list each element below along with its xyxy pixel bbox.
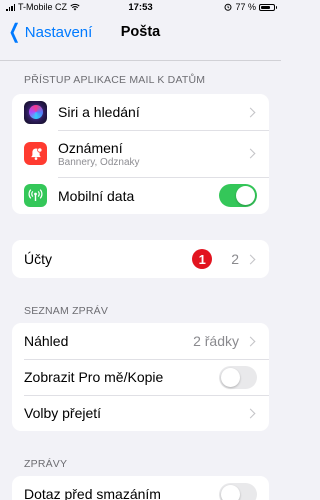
ask-before-delete-toggle[interactable] [219, 482, 257, 500]
show-to-cc-toggle[interactable] [219, 365, 257, 389]
access-group: Siri a hledání Oznámení Bannery, Odznaky [12, 94, 269, 214]
chevron-right-icon [245, 254, 256, 264]
alarm-icon [224, 3, 232, 11]
accounts-row[interactable]: Účty 1 2 [12, 240, 269, 278]
accounts-group: Účty 1 2 [12, 240, 269, 278]
notification-badge: 1 [192, 249, 213, 269]
ask-before-delete-label: Dotaz před smazáním [24, 486, 161, 500]
ask-before-delete-row: Dotaz před smazáním [12, 476, 269, 500]
carrier-label: T-Mobile CZ [18, 2, 68, 12]
cellular-data-label: Mobilní data [58, 187, 135, 204]
navigation-bar: ❮ Nastavení Pošta [0, 14, 281, 50]
back-button[interactable]: ❮ Nastavení [6, 21, 93, 43]
chevron-right-icon [245, 336, 256, 346]
show-to-cc-row: Zobrazit Pro mě/Kopie [12, 359, 269, 395]
chevron-right-icon [245, 107, 256, 117]
wifi-icon [70, 3, 80, 11]
antenna-icon [24, 184, 47, 207]
cellular-data-row: Mobilní data [12, 177, 269, 214]
swipe-options-label: Volby přejetí [24, 405, 102, 421]
show-to-cc-label: Zobrazit Pro mě/Kopie [24, 369, 164, 385]
accounts-count: 2 [231, 251, 239, 267]
chevron-right-icon [245, 148, 256, 159]
status-bar: T-Mobile CZ 17:53 77 % [0, 0, 281, 14]
chevron-left-icon: ❮ [8, 21, 21, 43]
notifications-sublabel: Bannery, Odznaky [58, 156, 140, 168]
swipe-options-row[interactable]: Volby přejetí [12, 395, 269, 431]
battery-percentage: 77 % [235, 2, 256, 12]
siri-search-label: Siri a hledání [58, 104, 140, 120]
status-bar-left: T-Mobile CZ [6, 2, 80, 12]
preview-row[interactable]: Náhled 2 řádky [12, 323, 269, 359]
cellular-data-toggle[interactable] [219, 184, 257, 207]
message-list-group: Náhled 2 řádky Zobrazit Pro mě/Kopie Vol… [12, 323, 269, 431]
section-header-message-list: SEZNAM ZPRÁV [24, 305, 109, 317]
status-bar-right: 77 % [224, 2, 277, 12]
siri-search-row[interactable]: Siri a hledání [12, 94, 269, 130]
notifications-label: Oznámení [58, 139, 123, 156]
notifications-row[interactable]: Oznámení Bannery, Odznaky [12, 130, 269, 177]
preview-label: Náhled [24, 333, 69, 349]
battery-icon [259, 3, 277, 11]
siri-icon [24, 100, 47, 124]
cellular-signal-icon [6, 4, 15, 11]
back-button-label: Nastavení [24, 23, 93, 41]
preview-value: 2 řádky [193, 333, 239, 349]
section-header-messages: ZPRÁVY [24, 458, 68, 470]
messages-group: Dotaz před smazáním [12, 476, 269, 500]
nav-divider [0, 60, 281, 61]
bell-icon [24, 142, 47, 165]
chevron-right-icon [245, 408, 256, 418]
accounts-label: Účty [24, 251, 52, 267]
section-header-access: PŘÍSTUP APLIKACE MAIL K DATŮM [24, 74, 206, 86]
